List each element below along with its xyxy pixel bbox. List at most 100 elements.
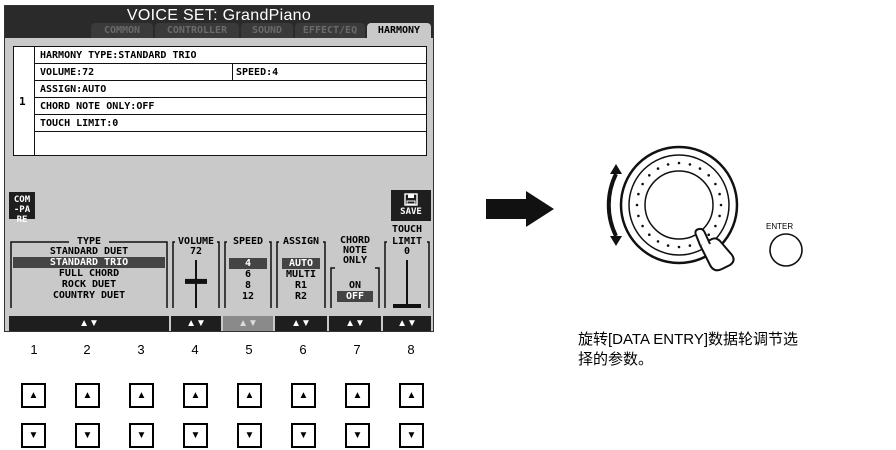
chord-header: CHORD NOTE ONLY [329,236,381,266]
type-option-selected[interactable]: STANDARD TRIO [13,257,165,268]
button-1-up[interactable]: ▲ [21,383,46,408]
assign-option[interactable]: MULTI [282,269,320,280]
type-section: TYPE STANDARD DUET STANDARD TRIO FULL CH… [9,236,169,312]
speed-list[interactable]: 4 6 8 12 [229,258,267,302]
right-arrow-icon [486,191,554,227]
tab-controller[interactable]: CONTROLLER [155,23,239,38]
type-option[interactable]: FULL CHORD [9,268,169,279]
chord-note-only-row[interactable]: CHORD NOTE ONLY:OFF [35,98,426,115]
dial-dot [714,182,717,186]
assign-list[interactable]: AUTO MULTI R1 R2 [282,258,320,302]
tab-sound[interactable]: SOUND [241,23,293,38]
strip-volume[interactable]: ▲▼ [171,316,221,331]
assign-row[interactable]: ASSIGN:AUTO [35,81,426,98]
dial-dot [641,182,644,186]
strip-type[interactable]: ▲▼ [9,316,169,331]
harmony-type-row[interactable]: HARMONY TYPE:STANDARD TRIO [35,47,426,64]
button-5-up[interactable]: ▲ [237,383,262,408]
button-4-up[interactable]: ▲ [183,383,208,408]
button-number-3: 3 [137,342,145,357]
dial-dot [637,214,640,218]
button-1-down[interactable]: ▼ [21,423,46,448]
touch-header: TOUCH [391,224,423,235]
dial-dot [641,224,644,228]
speed-section: SPEED 4 6 8 12 [223,236,273,312]
dial-dot [677,245,681,249]
save-button[interactable]: SAVE [391,190,431,221]
button-3-up[interactable]: ▲ [129,383,154,408]
caption-line-2: 择的参数。 [578,351,654,368]
button-2-up[interactable]: ▲ [75,383,100,408]
compare-button[interactable]: COM-PARE [9,192,35,225]
dial-dot [666,244,670,247]
strip-touch[interactable]: ▲▼ [383,316,431,331]
dial-dot [707,174,710,177]
enter-label: ENTER [766,222,794,231]
part-index: 1 [14,47,35,155]
speed-option[interactable]: 6 [229,269,267,280]
dial-dot [656,167,660,170]
compare-label: COM-PARE [13,195,31,225]
chord-option[interactable]: ON [337,280,373,291]
assign-option-selected[interactable]: AUTO [282,258,320,269]
button-2-down[interactable]: ▼ [75,423,100,448]
dial-dot [688,244,692,247]
data-entry-dial[interactable] [596,130,766,290]
assign-option[interactable]: R1 [282,280,320,291]
button-6-up[interactable]: ▲ [291,383,316,408]
tab-harmony[interactable]: HARMONY [367,23,431,38]
dial-dot [635,203,639,207]
type-option[interactable]: ROCK DUET [9,279,169,290]
tab-common[interactable]: COMMON [91,23,153,38]
volume-row-label: VOLUME:72 [40,67,95,78]
assign-header: ASSIGN [282,236,320,247]
floppy-disk-icon [404,193,418,206]
assign-option[interactable]: R2 [282,291,320,302]
dial-dot [637,192,640,196]
button-7-up[interactable]: ▲ [345,383,370,408]
dial-dot [714,224,717,228]
button-8-up[interactable]: ▲ [399,383,424,408]
button-number-7: 7 [353,342,361,357]
strip-assign[interactable]: ▲▼ [275,316,327,331]
button-number-8: 8 [407,342,415,357]
button-number-2: 2 [83,342,91,357]
type-option[interactable]: COUNTRY DUET [9,290,169,301]
dial-dot [707,233,710,236]
button-3-down[interactable]: ▼ [129,423,154,448]
touch-limit-slider[interactable] [383,256,431,310]
chord-note-only-section: CHORD NOTE ONLY ON OFF [329,236,381,312]
dial-dot [648,174,651,177]
speed-option-selected[interactable]: 4 [229,258,267,269]
strip-speed[interactable]: ▲▼ [223,316,273,331]
instruction-caption: 旋转[DATA ENTRY]数据轮调节选 择的参数。 [578,330,888,370]
volume-slider[interactable] [171,256,221,310]
volume-speed-row[interactable]: VOLUME:72 SPEED:4 [35,64,426,81]
button-7-down[interactable]: ▼ [345,423,370,448]
title-bar: VOICE SET: GrandPiano COMMON CONTROLLER … [5,6,433,38]
button-number-5: 5 [245,342,253,357]
touch-limit-section: TOUCH LIMIT 0 [383,224,431,312]
touch-limit-row[interactable]: TOUCH LIMIT:0 [35,115,426,132]
button-8-down[interactable]: ▼ [399,423,424,448]
chord-option-selected[interactable]: OFF [337,291,373,302]
chord-list[interactable]: ON OFF [337,280,373,302]
dial-dot [719,203,723,207]
button-number-6: 6 [299,342,307,357]
strip-chord[interactable]: ▲▼ [329,316,381,331]
button-4-down[interactable]: ▼ [183,423,208,448]
speed-option[interactable]: 12 [229,291,267,302]
dial-dot [666,163,670,166]
speed-option[interactable]: 8 [229,280,267,291]
empty-row [35,132,426,149]
part-index-number: 1 [19,95,26,108]
button-number-4: 4 [191,342,199,357]
speed-row-cell: SPEED:4 [232,64,426,80]
dial-dot [648,233,651,236]
type-option[interactable]: STANDARD DUET [9,246,169,257]
lcd-screen: VOICE SET: GrandPiano COMMON CONTROLLER … [4,5,434,332]
button-6-down[interactable]: ▼ [291,423,316,448]
button-5-down[interactable]: ▼ [237,423,262,448]
type-list[interactable]: STANDARD DUET STANDARD TRIO FULL CHORD R… [9,246,169,301]
tab-effect-eq[interactable]: EFFECT/EQ [295,23,365,38]
